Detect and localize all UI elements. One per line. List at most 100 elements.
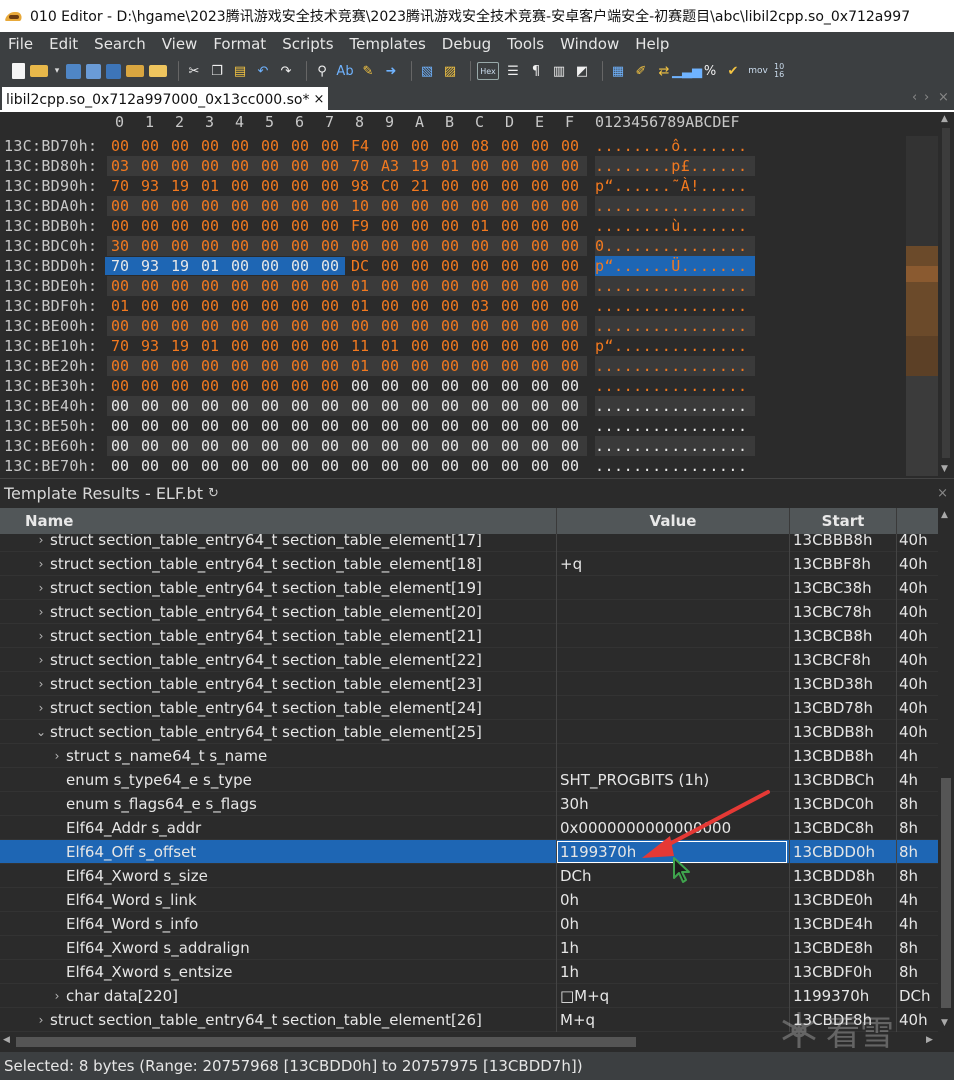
hex-byte[interactable]: 00 xyxy=(525,377,555,395)
hex-byte[interactable]: 00 xyxy=(255,217,285,235)
hex-byte[interactable]: 00 xyxy=(555,277,585,295)
hex-byte[interactable]: 98 xyxy=(345,177,375,195)
cell-value[interactable] xyxy=(557,600,790,624)
ascii-text[interactable]: ........p£...... xyxy=(595,156,755,176)
hex-byte[interactable]: 00 xyxy=(465,377,495,395)
template-results-table[interactable]: › struct section_table_entry64_t section_… xyxy=(0,534,938,1032)
hex-byte[interactable]: 00 xyxy=(195,297,225,315)
hex-byte[interactable]: 00 xyxy=(225,257,255,275)
hex-byte[interactable]: 00 xyxy=(345,237,375,255)
hex-byte[interactable]: 00 xyxy=(165,317,195,335)
list-icon[interactable]: ▥ xyxy=(550,62,568,80)
template-row[interactable]: Elf64_Addr s_addr 0x0000000000000000 13CBD… xyxy=(0,816,938,840)
hex-byte[interactable]: 00 xyxy=(525,357,555,375)
hex-byte[interactable]: 00 xyxy=(375,457,405,475)
hex-byte[interactable]: 00 xyxy=(165,277,195,295)
hex-byte[interactable]: 00 xyxy=(435,237,465,255)
cell-value[interactable]: □M+q xyxy=(557,984,790,1008)
swap-icon[interactable]: ⇄ xyxy=(655,62,673,80)
template-row[interactable]: ⌄ struct section_table_entry64_t section_… xyxy=(0,720,938,744)
hex-byte[interactable]: 00 xyxy=(195,277,225,295)
paragraph-icon[interactable]: ¶ xyxy=(527,62,545,80)
hex-byte[interactable]: 00 xyxy=(165,457,195,475)
hex-byte[interactable]: 00 xyxy=(405,257,435,275)
template-row[interactable]: › struct section_table_entry64_t section_… xyxy=(0,624,938,648)
script-icon[interactable]: ▨ xyxy=(441,62,459,80)
hex-byte[interactable]: 93 xyxy=(135,337,165,355)
cell-value[interactable] xyxy=(557,672,790,696)
hex-byte[interactable]: 00 xyxy=(165,397,195,415)
hex-byte[interactable]: 00 xyxy=(195,317,225,335)
hex-byte[interactable]: 00 xyxy=(225,397,255,415)
bookmark-icon[interactable]: ✐ xyxy=(632,62,650,80)
hex-byte[interactable]: 00 xyxy=(225,377,255,395)
hex-byte[interactable]: 10 xyxy=(345,197,375,215)
base-icon[interactable]: 10 16 xyxy=(774,62,792,80)
ascii-text[interactable]: ........ô....... xyxy=(595,136,755,156)
hex-byte[interactable]: 00 xyxy=(435,457,465,475)
hex-byte[interactable]: 00 xyxy=(525,217,555,235)
hex-byte[interactable]: 00 xyxy=(525,397,555,415)
hex-byte[interactable]: 00 xyxy=(105,437,135,455)
hex-byte[interactable]: 00 xyxy=(555,337,585,355)
hex-byte[interactable]: 00 xyxy=(105,417,135,435)
template-row[interactable]: › struct section_table_entry64_t section_… xyxy=(0,600,938,624)
replace-icon[interactable]: Ab xyxy=(336,62,354,80)
hex-byte[interactable]: 70 xyxy=(105,337,135,355)
template-row[interactable]: › struct section_table_entry64_t section_… xyxy=(0,672,938,696)
hex-byte[interactable]: 00 xyxy=(135,197,165,215)
hex-byte[interactable]: 00 xyxy=(285,317,315,335)
hex-byte[interactable]: 00 xyxy=(375,317,405,335)
hex-byte[interactable]: 00 xyxy=(495,417,525,435)
hex-byte[interactable]: 00 xyxy=(495,377,525,395)
hex-byte[interactable]: 00 xyxy=(255,337,285,355)
hex-byte[interactable]: 00 xyxy=(285,197,315,215)
hex-byte[interactable]: 00 xyxy=(405,297,435,315)
hex-byte[interactable]: 00 xyxy=(435,137,465,155)
hex-byte[interactable]: 00 xyxy=(255,317,285,335)
template-row[interactable]: › struct section_table_entry64_t section_… xyxy=(0,648,938,672)
hex-byte[interactable]: 00 xyxy=(405,457,435,475)
hex-byte[interactable]: 00 xyxy=(495,297,525,315)
hex-vertical-scrollbar[interactable]: ▲ ▼ xyxy=(938,112,954,478)
hex-byte[interactable]: 00 xyxy=(465,197,495,215)
hex-byte[interactable]: 00 xyxy=(135,377,165,395)
hex-byte[interactable]: 00 xyxy=(225,177,255,195)
hex-byte[interactable]: 00 xyxy=(465,397,495,415)
ascii-text[interactable]: 0............... xyxy=(595,236,755,256)
hex-byte[interactable]: 00 xyxy=(105,377,135,395)
hex-byte[interactable]: 00 xyxy=(495,257,525,275)
hex-byte[interactable]: 00 xyxy=(525,157,555,175)
hex-byte[interactable]: 00 xyxy=(315,257,345,275)
hex-byte[interactable]: 00 xyxy=(105,277,135,295)
hex-byte[interactable]: 00 xyxy=(255,357,285,375)
hex-row[interactable]: 13C:BDA0h: 00 00 00 00 00 00 00 00 10 00 00 00 00 00 00… xyxy=(0,196,760,216)
hex-byte[interactable]: 01 xyxy=(195,337,225,355)
hex-byte[interactable]: 00 xyxy=(555,417,585,435)
hex-byte[interactable]: 00 xyxy=(135,217,165,235)
ascii-text[interactable]: ................ xyxy=(595,376,755,396)
hex-byte[interactable]: 00 xyxy=(465,277,495,295)
hex-byte[interactable]: 00 xyxy=(315,297,345,315)
cell-value[interactable] xyxy=(557,696,790,720)
open-all-icon[interactable] xyxy=(149,65,167,77)
hex-byte[interactable]: 00 xyxy=(375,197,405,215)
menu-tools[interactable]: Tools xyxy=(503,35,548,53)
hex-byte[interactable]: 00 xyxy=(225,157,255,175)
hex-byte[interactable]: 00 xyxy=(405,417,435,435)
cell-value[interactable]: M+q xyxy=(557,1008,790,1032)
cell-value[interactable] xyxy=(557,534,790,552)
cell-value[interactable]: 1h xyxy=(557,936,790,960)
hex-byte[interactable]: 93 xyxy=(135,257,165,275)
column-name[interactable]: Name xyxy=(0,508,557,534)
scroll-left-icon[interactable]: ◀ xyxy=(3,1035,10,1045)
hex-byte[interactable]: 00 xyxy=(315,197,345,215)
chevron-right-icon[interactable]: › xyxy=(50,989,64,1003)
hex-byte[interactable]: 00 xyxy=(495,277,525,295)
hex-byte[interactable]: 00 xyxy=(525,417,555,435)
hex-byte[interactable]: 00 xyxy=(285,377,315,395)
hex-byte[interactable]: 00 xyxy=(495,217,525,235)
hex-byte[interactable]: 00 xyxy=(315,397,345,415)
hex-byte[interactable]: 00 xyxy=(465,317,495,335)
hex-byte[interactable]: 00 xyxy=(345,457,375,475)
